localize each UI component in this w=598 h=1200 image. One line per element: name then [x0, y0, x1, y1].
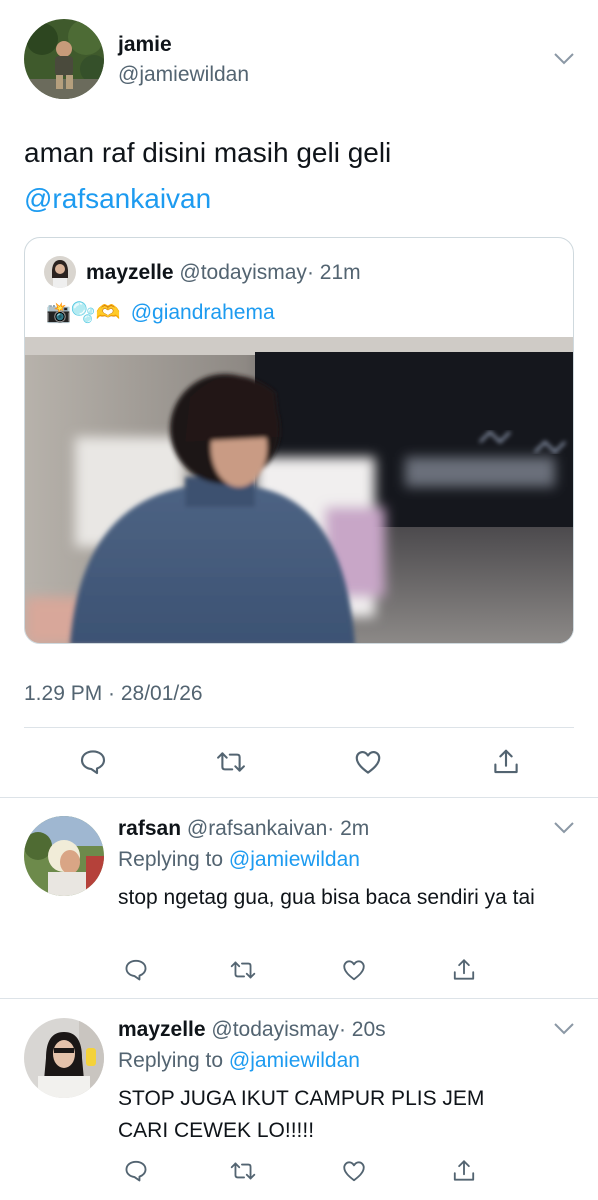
quoted-time: · 21m	[306, 261, 361, 284]
share-icon[interactable]	[446, 1153, 482, 1189]
quoted-photo[interactable]	[25, 337, 573, 643]
mention-link[interactable]: @jamiewildan	[229, 1049, 360, 1072]
quoted-header: mayzelle @todayismay· 21m	[86, 261, 361, 285]
quoted-text: 📸🫧🫶 @giandrahema	[46, 300, 275, 325]
user-handle[interactable]: @todayismay	[211, 1018, 339, 1041]
quoted-tweet[interactable]: mayzelle @todayismay· 21m 📸🫧🫶 @giandrahem…	[24, 237, 574, 644]
quoted-display-name: mayzelle	[86, 261, 174, 284]
heart-icon[interactable]	[336, 952, 372, 988]
reply-icon[interactable]	[75, 744, 111, 780]
avatar	[44, 256, 76, 288]
avatar-image	[24, 816, 104, 896]
heart-icon[interactable]	[350, 744, 386, 780]
retweet-icon[interactable]	[225, 952, 261, 988]
replying-to-label: Replying to	[118, 848, 224, 871]
avatar[interactable]	[24, 19, 104, 99]
chevron-down-icon[interactable]	[553, 1022, 575, 1036]
divider	[0, 998, 598, 999]
reply-icon[interactable]	[118, 1153, 154, 1189]
reply-time[interactable]: · 20s	[339, 1018, 386, 1041]
avatar-image	[24, 1018, 104, 1098]
chevron-down-icon[interactable]	[553, 52, 575, 66]
retweet-icon[interactable]	[213, 744, 249, 780]
tweet-text: aman raf disini masih geli geli @rafsank…	[24, 130, 391, 222]
divider	[0, 797, 598, 798]
reply-text: STOP JUGA IKUT CAMPUR PLIS JEM CARI CEWE…	[118, 1087, 485, 1142]
quoted-handle: @todayismay	[179, 261, 307, 284]
avatar-image	[24, 19, 104, 99]
mention-link[interactable]: @rafsankaivan	[24, 176, 391, 222]
avatar-image	[44, 256, 76, 288]
reply-text: stop ngetag gua, gua bisa baca sendiri y…	[118, 886, 535, 909]
avatar[interactable]	[24, 1018, 104, 1098]
mention-link[interactable]: @giandrahema	[131, 301, 275, 324]
display-name[interactable]: rafsan	[118, 817, 181, 840]
reply-icon[interactable]	[118, 952, 154, 988]
share-icon[interactable]	[446, 952, 482, 988]
replying-to: Replying to @jamiewildan	[118, 1049, 360, 1073]
user-handle[interactable]: @jamiewildan	[118, 63, 249, 87]
heart-icon[interactable]	[336, 1153, 372, 1189]
avatar[interactable]	[24, 816, 104, 896]
tweet-timestamp[interactable]: 1.29 PM · 28/01/26	[24, 682, 203, 706]
tweet-body: aman raf disini masih geli geli	[24, 137, 392, 168]
reply-header: mayzelle @todayismay· 20s	[118, 1018, 386, 1042]
emoji-sequence: 📸🫧🫶	[46, 300, 121, 324]
user-handle[interactable]: @rafsankaivan	[187, 817, 327, 840]
retweet-icon[interactable]	[225, 1153, 261, 1189]
chevron-down-icon[interactable]	[553, 821, 575, 835]
replying-to-label: Replying to	[118, 1049, 224, 1072]
replying-to: Replying to @jamiewildan	[118, 848, 360, 872]
display-name[interactable]: jamie	[118, 33, 172, 57]
reply-header: rafsan @rafsankaivan· 2m	[118, 817, 369, 841]
divider	[24, 727, 574, 728]
mention-link[interactable]: @jamiewildan	[229, 848, 360, 871]
share-icon[interactable]	[488, 744, 524, 780]
display-name[interactable]: mayzelle	[118, 1018, 206, 1041]
reply-time[interactable]: · 2m	[327, 817, 369, 840]
